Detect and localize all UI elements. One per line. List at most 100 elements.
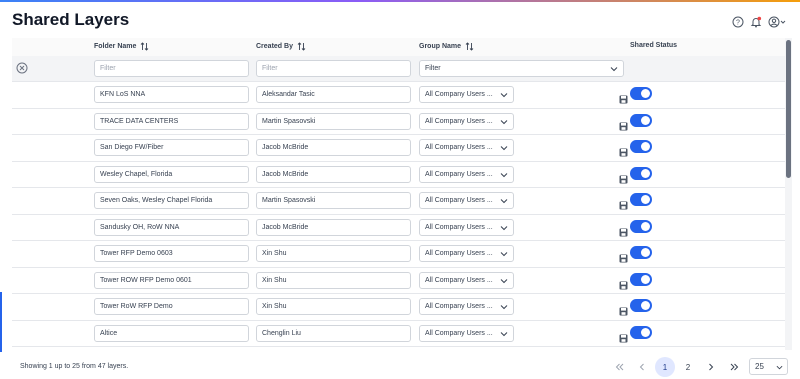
table-row: Tower ROW RFP Demo 0601 Xin Shu All Compan… xyxy=(12,267,786,294)
table-row: TRACE DATA CENTERS Martin Spasovski All Co… xyxy=(12,108,786,135)
select-value: All Company Users ... xyxy=(425,117,493,125)
column-header-folder[interactable]: Folder Name xyxy=(94,42,149,51)
created-by-field: Martin Spasovski xyxy=(256,192,411,209)
save-icon[interactable] xyxy=(619,144,628,157)
select-value: Filter xyxy=(425,65,441,72)
folder-name-input[interactable]: TRACE DATA CENTERS xyxy=(94,112,249,130)
scrollbar-thumb[interactable] xyxy=(786,40,791,178)
folder-name-input[interactable]: Wesley Chapel, Florida xyxy=(94,165,249,183)
folder-name-input[interactable]: Sandusky OH, RoW NNA xyxy=(94,218,249,236)
page-size-select[interactable]: 25 xyxy=(749,358,788,375)
shared-status-toggle[interactable] xyxy=(630,325,652,339)
group-name-select[interactable]: All Company Users ... xyxy=(419,298,514,315)
page-button-1[interactable]: 1 xyxy=(655,357,675,377)
chevron-down-icon[interactable] xyxy=(779,15,787,29)
select-value: All Company Users ... xyxy=(425,303,493,310)
chevron-down-icon xyxy=(610,67,618,72)
chevron-down-icon xyxy=(500,250,508,260)
group-filter-select[interactable]: Filter xyxy=(419,60,624,77)
save-icon[interactable] xyxy=(619,171,628,183)
group-name-select[interactable]: All Company Users ... xyxy=(419,112,514,130)
created-by-field: Xin Shu xyxy=(256,245,411,262)
created-by-field: Xin Shu xyxy=(256,271,411,289)
bell-icon[interactable] xyxy=(749,15,763,29)
shared-status-toggle[interactable] xyxy=(630,140,652,153)
folder-name-input[interactable]: Tower RFP Demo 0603 xyxy=(94,245,249,262)
folder-name-input[interactable]: Altice xyxy=(94,324,249,342)
sort-icon[interactable] xyxy=(465,42,474,51)
shared-status-toggle[interactable] xyxy=(630,272,652,286)
folder-name-input[interactable]: Seven Oaks, Wesley Chapel Florida xyxy=(94,192,249,209)
column-header-created-by[interactable]: Created By xyxy=(256,42,306,51)
save-icon[interactable] xyxy=(619,250,628,263)
sort-icon[interactable] xyxy=(297,42,306,51)
column-label: Group Name xyxy=(419,43,462,50)
toggle-knob xyxy=(641,89,650,98)
group-name-select[interactable]: All Company Users ... xyxy=(419,218,514,236)
save-icon[interactable] xyxy=(619,91,628,104)
folder-name-input[interactable]: KFN LoS NNA xyxy=(94,86,249,103)
page-button-2[interactable]: 2 xyxy=(678,357,698,377)
page-title: Shared Layers xyxy=(12,10,130,29)
help-icon[interactable]: ? xyxy=(731,15,745,29)
sort-icon[interactable] xyxy=(140,42,149,51)
save-icon[interactable] xyxy=(619,330,628,342)
select-value: All Company Users ... xyxy=(425,329,493,337)
table-row: Seven Oaks, Wesley Chapel Florida Martin … xyxy=(12,188,786,215)
shared-status-toggle[interactable] xyxy=(630,219,652,233)
created-by-field: Chenglin Liu xyxy=(256,324,411,342)
chevron-down-icon xyxy=(500,277,508,287)
column-label: Folder Name xyxy=(94,43,137,50)
toggle-knob xyxy=(641,248,650,257)
created-by-field: Xin Shu xyxy=(256,298,411,315)
group-name-select[interactable]: All Company Users ... xyxy=(419,86,514,103)
folder-filter-input[interactable]: Filter xyxy=(94,60,249,77)
column-header-shared-status: Shared Status xyxy=(630,42,677,49)
toggle-knob xyxy=(641,115,650,125)
vertical-scrollbar[interactable] xyxy=(785,38,792,350)
last-page-icon[interactable] xyxy=(724,357,744,377)
save-icon[interactable] xyxy=(619,277,628,289)
first-page-icon[interactable] xyxy=(609,357,629,377)
prev-page-icon[interactable] xyxy=(632,357,652,377)
group-name-select[interactable]: All Company Users ... xyxy=(419,245,514,262)
shared-status-toggle[interactable] xyxy=(630,193,652,206)
column-header-group[interactable]: Group Name xyxy=(419,42,474,51)
table-row: KFN LoS NNA Aleksandar Tasic All Company U… xyxy=(12,82,786,109)
folder-name-input[interactable]: Tower ROW RFP Demo 0601 xyxy=(94,271,249,289)
created-by-field: Aleksandar Tasic xyxy=(256,86,411,103)
next-page-icon[interactable] xyxy=(701,357,721,377)
shared-status-toggle[interactable] xyxy=(630,166,652,180)
created-by-filter-input[interactable]: Filter xyxy=(256,60,411,77)
shared-status-toggle[interactable] xyxy=(630,299,652,312)
shared-layers-table: Folder Name Created By Group Name Shared… xyxy=(12,38,786,350)
folder-name-input[interactable]: Tower RoW RFP Demo xyxy=(94,298,249,315)
shared-status-toggle[interactable] xyxy=(630,87,652,100)
save-icon[interactable] xyxy=(619,197,628,210)
group-name-select[interactable]: All Company Users ... xyxy=(419,139,514,156)
save-icon[interactable] xyxy=(619,224,628,236)
toggle-knob xyxy=(641,168,650,178)
chevron-down-icon xyxy=(500,144,508,154)
folder-name-input[interactable]: San Diego FW/Fiber xyxy=(94,139,249,156)
shared-status-toggle[interactable] xyxy=(630,246,652,259)
shared-status-toggle[interactable] xyxy=(630,113,652,127)
table-header: Folder Name Created By Group Name Shared… xyxy=(12,38,786,56)
column-label: Shared Status xyxy=(630,42,678,49)
select-value: All Company Users ... xyxy=(425,276,493,284)
created-by-field: Jacob McBride xyxy=(256,165,411,183)
chevron-down-icon xyxy=(500,118,508,128)
select-value: All Company Users ... xyxy=(425,223,493,231)
table-row xyxy=(12,347,786,350)
table-footer: Showing 1 up to 25 from 47 layers. 1 2 2… xyxy=(0,352,800,379)
group-name-select[interactable]: All Company Users ... xyxy=(419,165,514,183)
clear-filter-icon[interactable] xyxy=(15,61,29,75)
save-icon[interactable] xyxy=(619,118,628,130)
select-value: All Company Users ... xyxy=(425,197,493,204)
group-name-select[interactable]: All Company Users ... xyxy=(419,271,514,289)
group-name-select[interactable]: All Company Users ... xyxy=(419,324,514,342)
group-name-select[interactable]: All Company Users ... xyxy=(419,192,514,209)
toggle-knob xyxy=(641,274,650,284)
table-row: Altice Chenglin Liu All Company Users ... xyxy=(12,320,786,347)
save-icon[interactable] xyxy=(619,303,628,316)
